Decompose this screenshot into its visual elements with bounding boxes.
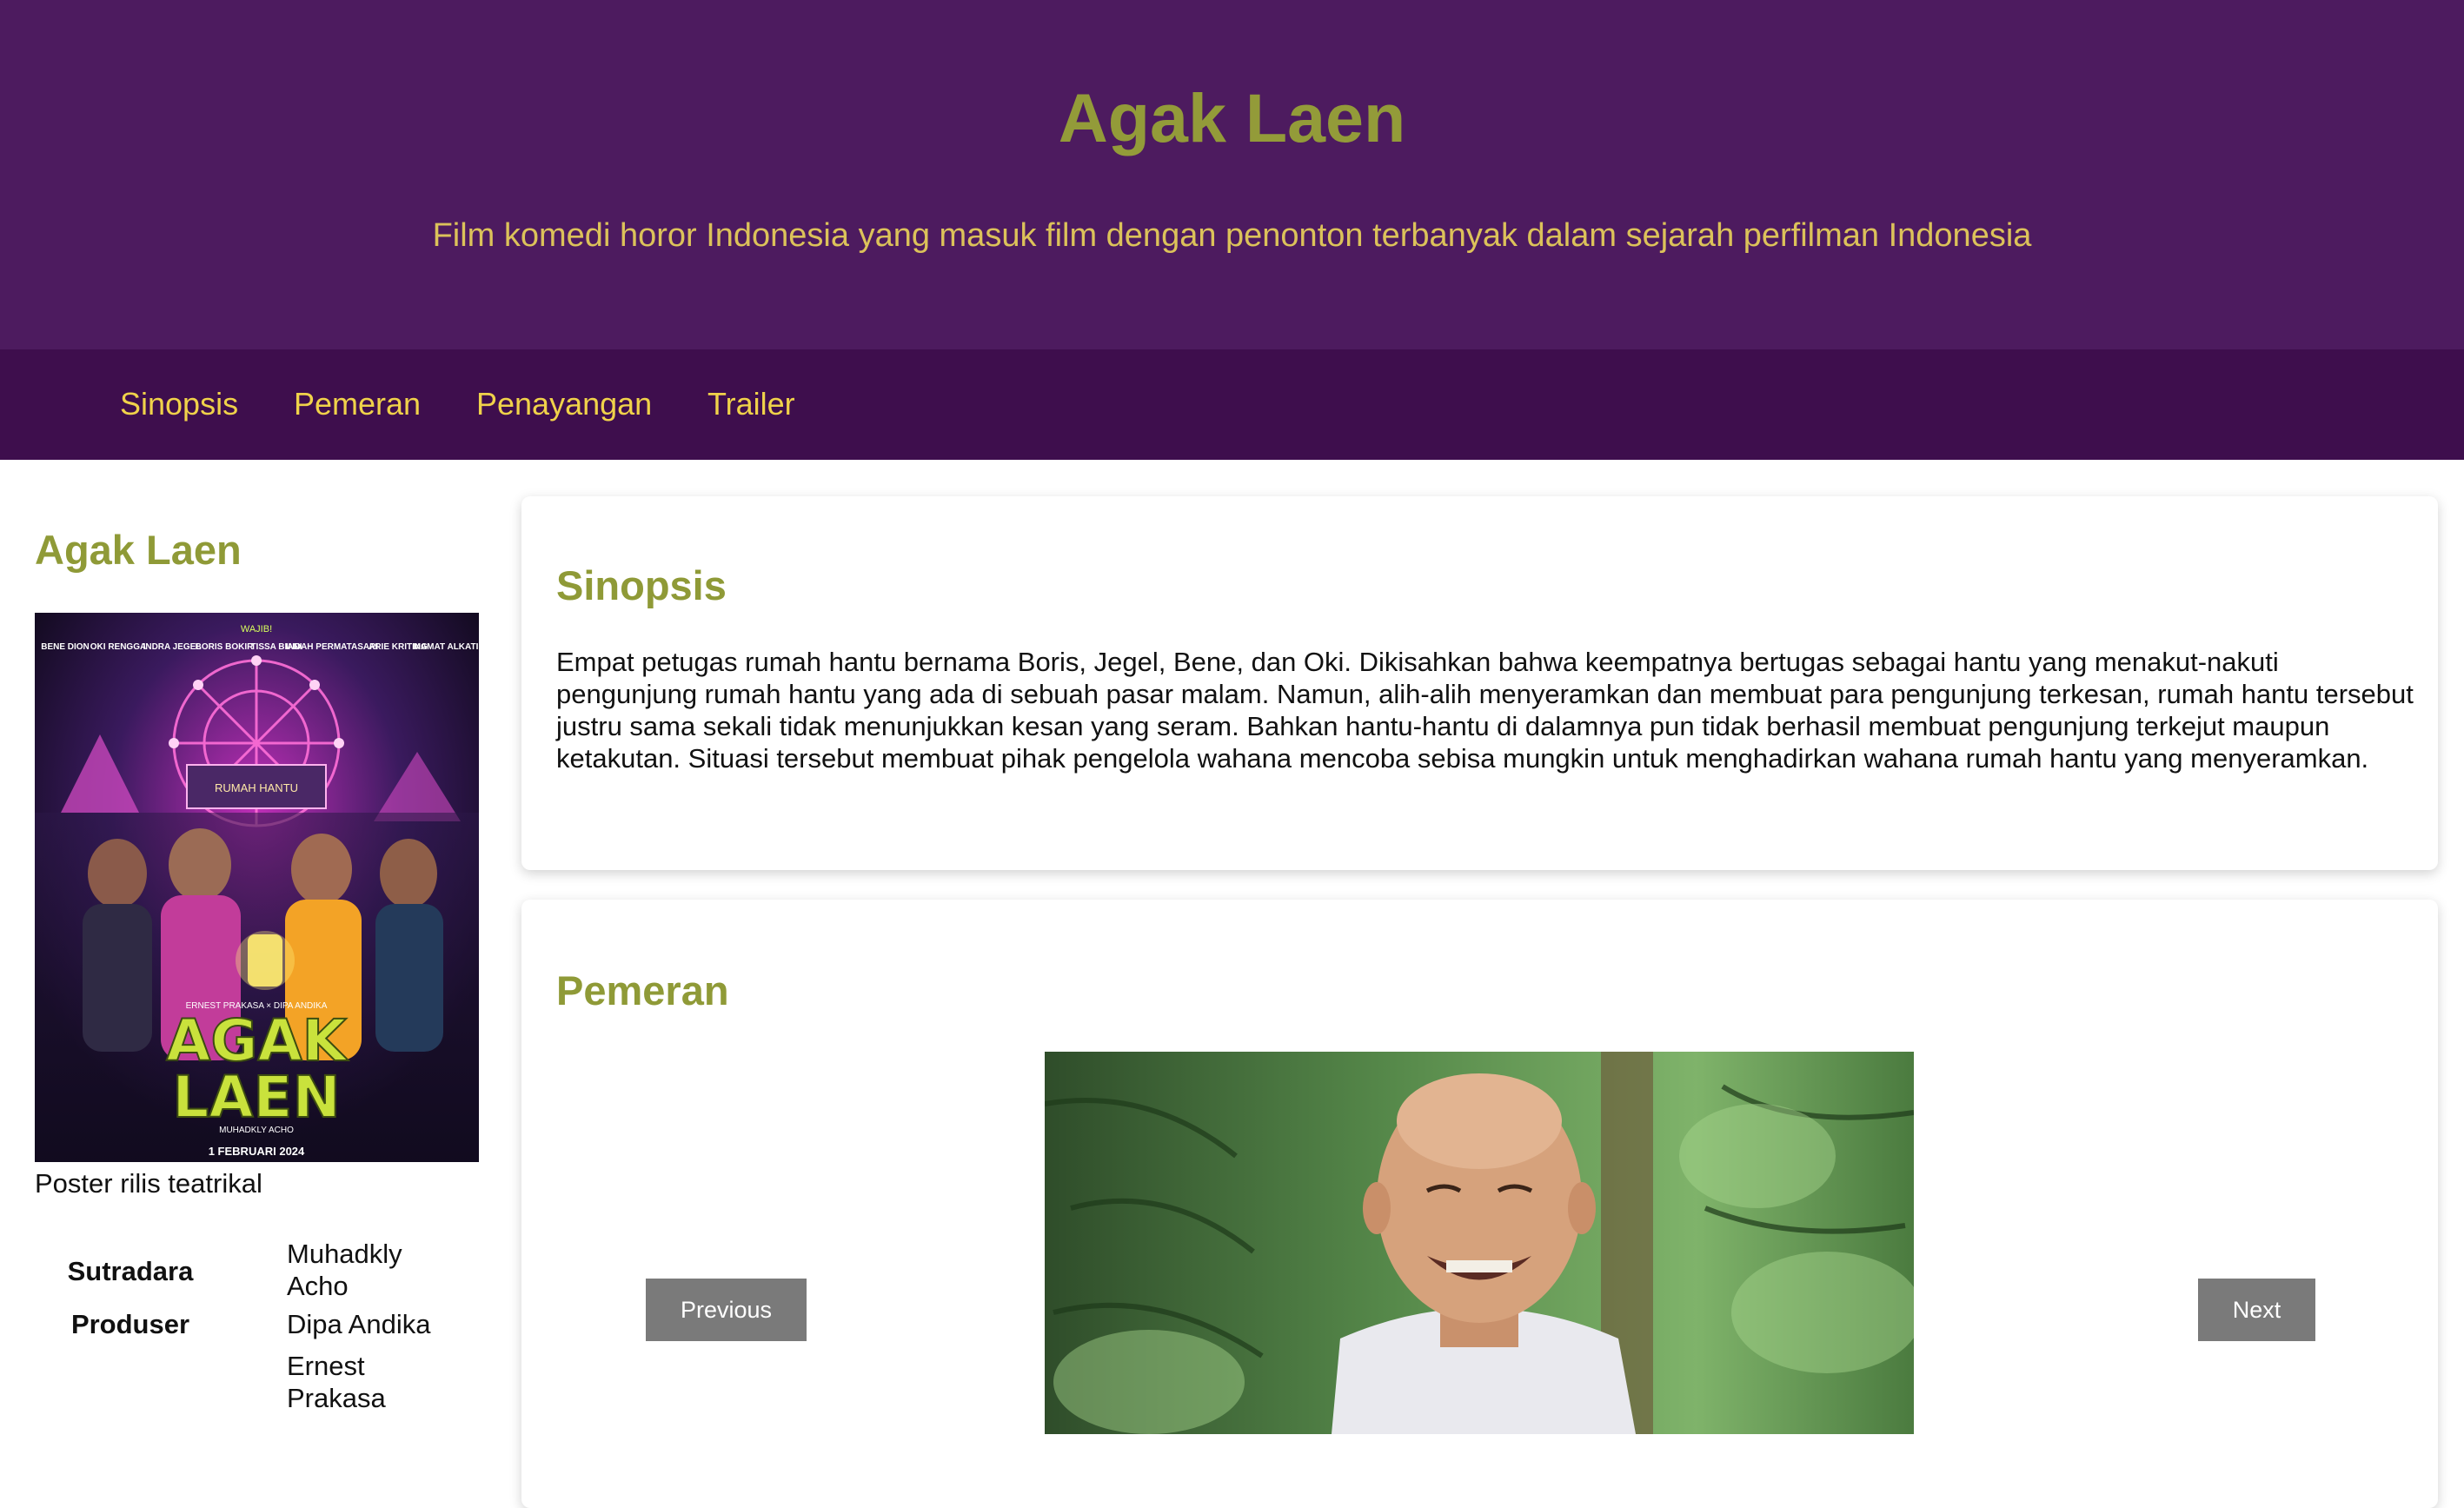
poster-artwork: RUMAH HANTU WAJIB! BENE DION OKI RENGGA … — [35, 613, 479, 1162]
cast-carousel-image — [1045, 1052, 1914, 1434]
poster-house-label: RUMAH HANTU — [215, 781, 298, 794]
poster-cast-name: MAMAT ALKATIRI — [414, 642, 479, 652]
poster-director-line: MUHADKLY ACHO — [219, 1126, 294, 1135]
poster-title-line2: LAEN — [172, 1064, 340, 1131]
poster-cast-name: OKI RENGGA — [90, 642, 146, 652]
info-value: Muhadkly Acho — [287, 1239, 402, 1301]
nav-link-penayangan[interactable]: Penayangan — [476, 389, 652, 420]
info-value: Ernest Prakasa — [287, 1351, 386, 1413]
cast-photo — [1045, 1052, 1914, 1434]
nav-link-sinopsis[interactable]: Sinopsis — [120, 389, 238, 420]
synopsis-heading: Sinopsis — [556, 562, 727, 608]
poster-top-text: WAJIB! — [241, 624, 272, 634]
info-label: Produser — [70, 1309, 190, 1339]
poster-cast-name: BORIS BOKIR — [196, 642, 254, 652]
poster-cast-name: INDAH PERMATASARI — [286, 642, 379, 652]
carousel-next-button[interactable]: Next — [2198, 1279, 2315, 1341]
site-header: Agak Laen Film komedi horor Indonesia ya… — [0, 0, 2464, 349]
poster-cast-name: BENE DION — [41, 642, 90, 652]
poster-caption: Poster rilis teatrikal — [35, 1168, 262, 1199]
synopsis-card: Sinopsis Empat petugas rumah hantu berna… — [521, 496, 2438, 870]
carousel-previous-button[interactable]: Previous — [646, 1279, 807, 1341]
poster-cast-name: INDRA JEGEL — [143, 642, 202, 652]
sidebar-title: Agak Laen — [35, 527, 242, 573]
page-title: Agak Laen — [1058, 79, 1406, 156]
nav-link-trailer[interactable]: Trailer — [707, 389, 795, 420]
cast-heading: Pemeran — [556, 967, 729, 1013]
cast-card: Pemeran Previous Next — [521, 900, 2438, 1508]
main-nav: Sinopsis Pemeran Penayangan Trailer — [0, 349, 2464, 460]
nav-link-pemeran[interactable]: Pemeran — [294, 389, 421, 420]
poster-release-date: 1 FEBRUARI 2024 — [209, 1145, 305, 1158]
info-value: Dipa Andika — [287, 1309, 431, 1339]
movie-poster: RUMAH HANTU WAJIB! BENE DION OKI RENGGA … — [35, 613, 479, 1162]
page-subtitle: Film komedi horor Indonesia yang masuk f… — [432, 217, 2032, 254]
synopsis-text: Empat petugas rumah hantu bernama Boris,… — [556, 647, 2414, 774]
info-label: Sutradara — [67, 1256, 194, 1286]
